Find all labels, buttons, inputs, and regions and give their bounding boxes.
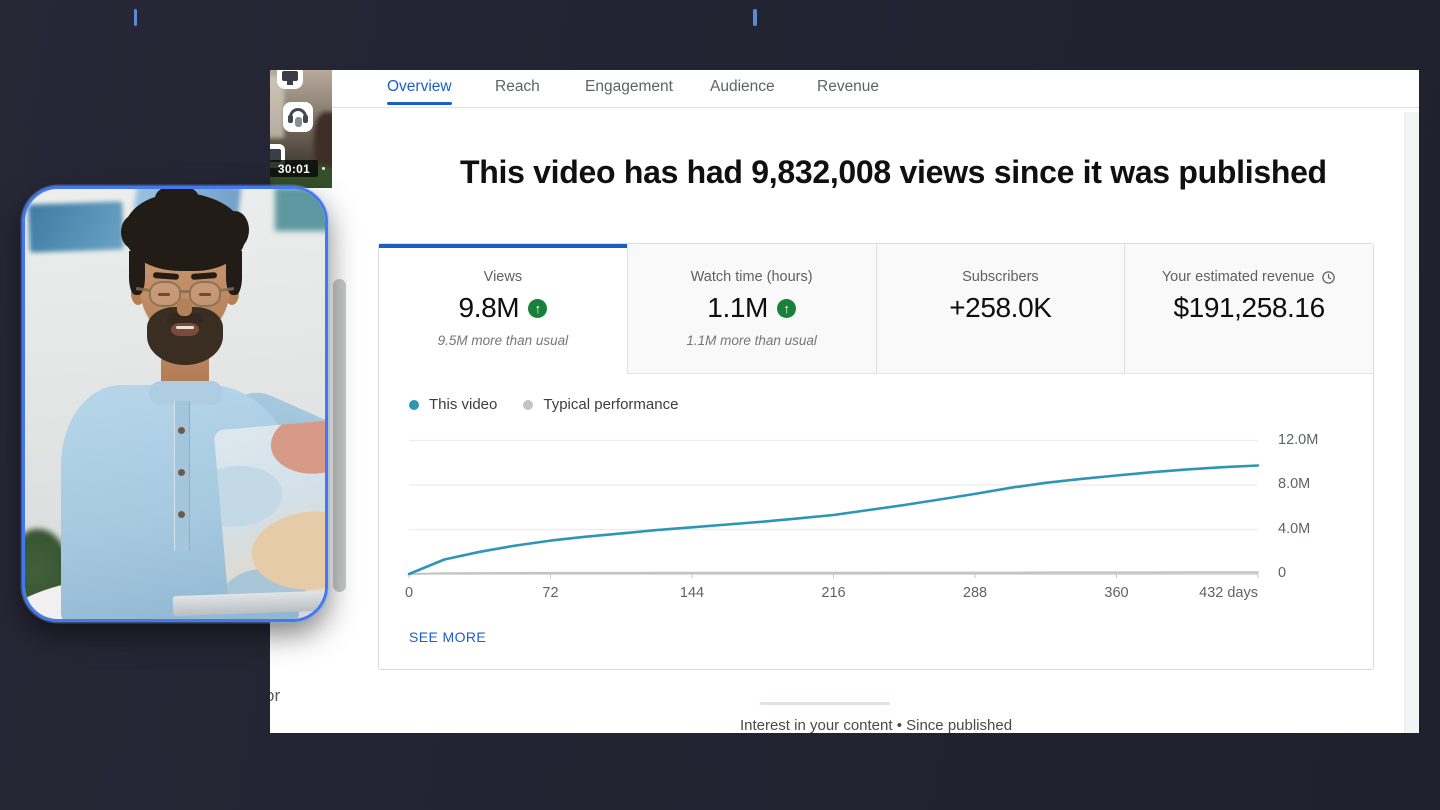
section-divider [760,702,890,705]
tab-audience[interactable]: Audience [710,78,775,96]
overview-card: Views 9.8M ↑ 9.5M more than usual Watch … [378,243,1374,670]
left-scrollbar-thumb[interactable] [333,279,346,592]
presenter-eye [199,293,211,296]
glasses-bridge [180,290,191,293]
metric-strip: Views 9.8M ↑ 9.5M more than usual Watch … [379,244,1373,374]
x-tick-label: 144 [680,585,704,601]
metric-label: Views [379,269,627,285]
tab-bar-divider [332,107,1419,108]
tab-reach[interactable]: Reach [495,78,540,96]
youtube-studio-panel: 30:01 Overview Reach Engagement Audience… [270,70,1419,733]
x-tick-label: 360 [1104,585,1128,601]
cursor-tick-left [134,9,137,26]
laptop-lid [213,420,328,608]
legend-dot-blue [409,400,419,410]
x-tick-label: 432 days [1199,585,1258,601]
hair-curl [221,211,249,249]
x-tick-label: 288 [963,585,987,601]
x-tick-label: 216 [821,585,845,601]
metric-label: Your estimated revenue [1162,269,1315,285]
page-title: This video has had 9,832,008 views since… [460,154,1327,191]
cursor-tick-right [753,9,757,26]
shirt-button [178,427,185,434]
duration-dot [322,167,325,170]
metric-subtext: 1.1M more than usual [628,333,876,348]
legend-this-video: This video [409,396,497,413]
metric-card-revenue[interactable]: Your estimated revenue $191,258.16 [1124,244,1373,374]
metric-card-subscribers[interactable]: Subscribers +258.0K [876,244,1125,374]
presenter-video[interactable] [22,186,328,622]
metric-card-watch-time[interactable]: Watch time (hours) 1.1M ↑ 1.1M more than… [627,244,876,374]
clipped-text-left: or [270,686,280,706]
screen: 30:01 Overview Reach Engagement Audience… [0,0,1440,810]
presenter-mouth [171,323,199,336]
legend-typical-performance: Typical performance [523,396,678,413]
shirt-placket [174,401,190,551]
hair-curl [155,186,199,211]
clock-icon [1321,270,1336,285]
trend-up-icon: ↑ [528,299,547,318]
metric-label: Watch time (hours) [628,269,876,285]
hair-curl [121,215,147,249]
tab-overview[interactable]: Overview [387,78,452,96]
right-scrollbar-track[interactable] [1404,112,1419,733]
y-tick-label: 12.0M [1278,432,1318,448]
chart-plot[interactable] [409,429,1258,581]
analytics-tab-bar: Overview Reach Engagement Audience Reven… [270,70,1419,108]
legend-dot-gray [523,400,533,410]
shirt-button [178,511,185,518]
y-tick-label: 0 [1278,565,1286,581]
see-more-link[interactable]: SEE MORE [409,629,486,645]
metric-value: 1.1M [707,292,768,324]
metric-subtext: 9.5M more than usual [379,333,627,348]
next-section-title: Interest in your content • Since publish… [378,717,1374,733]
y-axis-labels: 12.0M 8.0M 4.0M 0 [1278,429,1368,581]
shirt-button [178,469,185,476]
wall-art-right [275,187,328,231]
y-tick-label: 8.0M [1278,476,1310,492]
tab-revenue[interactable]: Revenue [817,78,879,96]
chart-legend: This video Typical performance [409,396,678,413]
y-tick-label: 4.0M [1278,521,1310,537]
trend-up-icon: ↑ [777,299,796,318]
metric-card-views[interactable]: Views 9.8M ↑ 9.5M more than usual [379,244,627,374]
presenter-nose [177,299,192,316]
metric-value: $191,258.16 [1173,292,1324,324]
duration-badge: 30:01 [270,160,318,177]
metric-value: 9.8M [459,292,520,324]
presenter-eye [158,293,170,296]
x-tick-label: 0 [405,585,413,601]
x-tick-label: 72 [542,585,558,601]
wall-art-left [28,201,124,252]
x-axis-labels: 072144216288360432 days [409,585,1258,605]
metric-label: Subscribers [877,269,1125,285]
metric-value: +258.0K [949,292,1051,324]
tab-engagement[interactable]: Engagement [585,78,673,96]
